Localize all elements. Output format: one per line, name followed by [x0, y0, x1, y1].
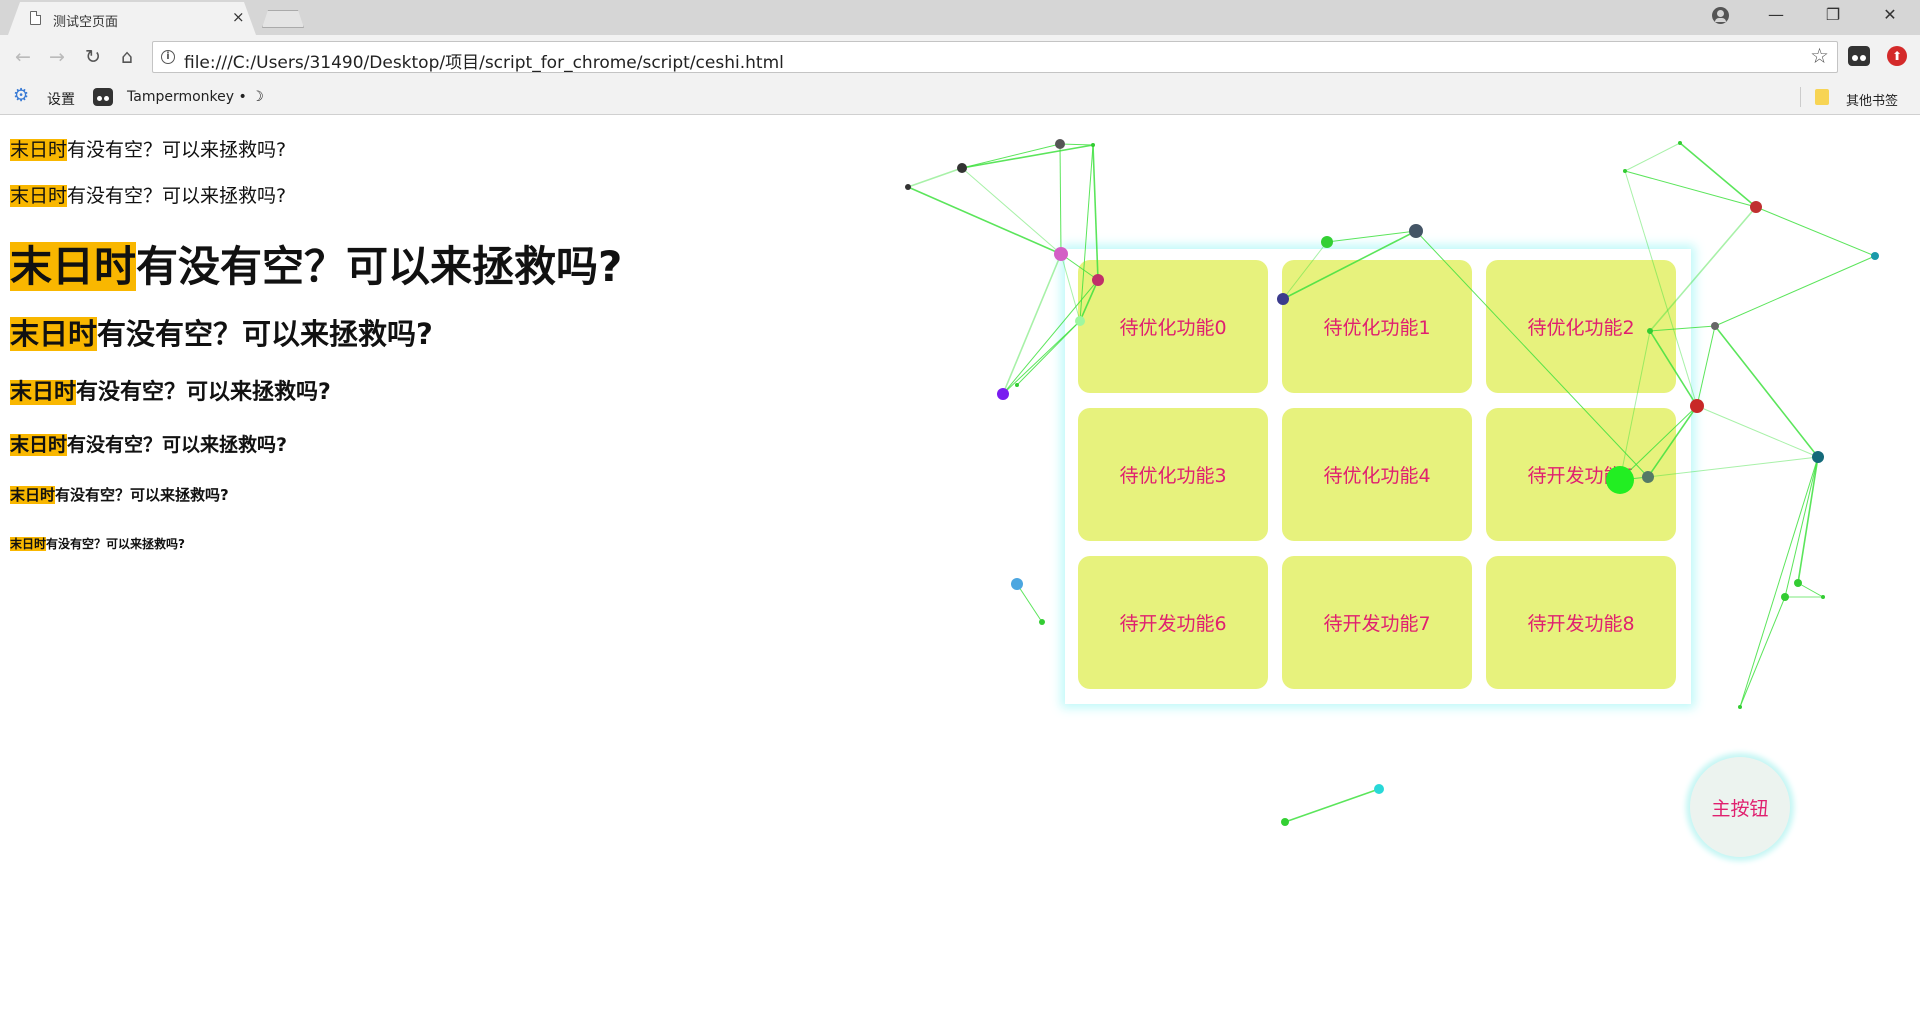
- bookmark-tampermonkey[interactable]: Tampermonkey • ☽: [127, 89, 264, 105]
- network-link: [1755, 206, 1876, 257]
- network-node: [1623, 169, 1627, 173]
- network-link: [1649, 325, 1716, 332]
- network-link: [1619, 330, 1651, 481]
- network-link: [1059, 143, 1062, 255]
- network-node: [1091, 143, 1095, 147]
- network-link: [1649, 206, 1757, 332]
- network-node: [1678, 141, 1682, 145]
- network-node: [1075, 316, 1085, 326]
- network-node: [1039, 619, 1045, 625]
- network-link: [1624, 170, 1757, 208]
- network-node: [1092, 274, 1104, 286]
- network-link: [961, 144, 1094, 169]
- network-node: [997, 388, 1009, 400]
- back-icon[interactable]: ←: [10, 44, 36, 70]
- network-link: [1016, 583, 1043, 623]
- active-tab[interactable]: 测试空页面 ×: [8, 2, 256, 35]
- network-link: [1282, 230, 1417, 300]
- extension-icon[interactable]: ⬆: [1887, 46, 1907, 66]
- network-node: [1409, 224, 1423, 238]
- network-node: [1794, 579, 1802, 587]
- network-node: [1374, 784, 1384, 794]
- network-link: [1647, 456, 1819, 478]
- network-link: [961, 143, 1061, 169]
- network-link: [1016, 320, 1081, 386]
- network-node: [1647, 328, 1653, 334]
- network-node: [1277, 293, 1289, 305]
- gear-icon[interactable]: ⚙: [13, 87, 29, 105]
- network-link: [1002, 320, 1081, 395]
- network-link: [1002, 253, 1062, 395]
- network-link: [1714, 325, 1819, 458]
- network-link: [1002, 279, 1099, 395]
- home-icon[interactable]: ⌂: [114, 44, 140, 70]
- network-link: [1326, 230, 1417, 243]
- network-link: [1619, 405, 1698, 481]
- network-link: [1739, 596, 1786, 708]
- network-node: [1606, 466, 1634, 494]
- network-link: [1784, 456, 1819, 598]
- network-link: [1649, 330, 1698, 407]
- bookmark-star-icon[interactable]: ☆: [1810, 44, 1829, 68]
- page-icon: [30, 11, 41, 25]
- network-node: [1781, 593, 1789, 601]
- tab-strip: 测试空页面 × — ❐ ✕: [0, 0, 1920, 35]
- network-link: [1696, 405, 1819, 458]
- tampermonkey-extension-icon[interactable]: [1848, 46, 1870, 66]
- network-link: [1060, 253, 1081, 322]
- bookmark-settings[interactable]: 设置: [47, 89, 75, 109]
- page-content: 末日时有没有空？可以来拯救吗? 末日时有没有空？可以来拯救吗? 末日时有没有空？…: [0, 115, 1920, 1030]
- network-link: [1282, 241, 1328, 300]
- network-node: [1321, 236, 1333, 248]
- network-link: [961, 167, 1062, 255]
- network-node: [1055, 139, 1065, 149]
- network-link: [907, 186, 1062, 255]
- new-tab-button[interactable]: [262, 10, 304, 28]
- network-node: [1812, 451, 1824, 463]
- address-bar[interactable]: i file:///C:/Users/31490/Desktop/项目/scri…: [152, 41, 1838, 73]
- network-node: [1281, 818, 1289, 826]
- network-link: [1739, 456, 1819, 708]
- network-node: [1054, 247, 1068, 261]
- network-node: [1642, 471, 1654, 483]
- bookmarks-separator: [1800, 87, 1801, 107]
- tab-close-icon[interactable]: ×: [232, 9, 245, 25]
- network-node: [905, 184, 911, 190]
- network-node: [957, 163, 967, 173]
- tab-title: 测试空页面: [53, 15, 119, 30]
- minimize-button[interactable]: —: [1753, 0, 1799, 32]
- network-link: [1624, 142, 1681, 172]
- info-icon[interactable]: i: [161, 50, 175, 64]
- tampermonkey-icon[interactable]: [93, 88, 113, 106]
- bookmarks-bar: ⚙ 设置 Tampermonkey • ☽ 其他书签: [0, 80, 1920, 115]
- network-link: [1797, 456, 1819, 584]
- network-link: [1415, 230, 1649, 478]
- url-text[interactable]: file:///C:/Users/31490/Desktop/项目/script…: [184, 48, 784, 73]
- network-link: [1647, 405, 1698, 478]
- reload-icon[interactable]: ↻: [80, 44, 106, 70]
- network-link: [1797, 582, 1824, 598]
- network-node: [1011, 578, 1023, 590]
- network-node: [1690, 399, 1704, 413]
- network-node: [1015, 383, 1019, 387]
- network-link: [1679, 142, 1757, 208]
- restore-button[interactable]: ❐: [1810, 0, 1856, 32]
- network-link: [1696, 325, 1716, 407]
- network-node: [1750, 201, 1762, 213]
- network-node: [1821, 595, 1825, 599]
- network-link: [1714, 255, 1876, 327]
- network-node: [1711, 322, 1719, 330]
- forward-icon[interactable]: →: [44, 44, 70, 70]
- folder-icon: [1815, 89, 1829, 105]
- browser-toolbar: ← → ↻ ⌂ i file:///C:/Users/31490/Desktop…: [0, 35, 1920, 80]
- network-link: [1092, 144, 1099, 281]
- network-link: [1284, 788, 1380, 823]
- particle-network: [905, 139, 1879, 826]
- network-node: [1738, 705, 1742, 709]
- network-node: [1871, 252, 1879, 260]
- network-link: [907, 167, 963, 188]
- profile-icon[interactable]: [1712, 7, 1729, 24]
- close-window-button[interactable]: ✕: [1867, 0, 1913, 32]
- other-bookmarks[interactable]: 其他书签: [1846, 90, 1898, 109]
